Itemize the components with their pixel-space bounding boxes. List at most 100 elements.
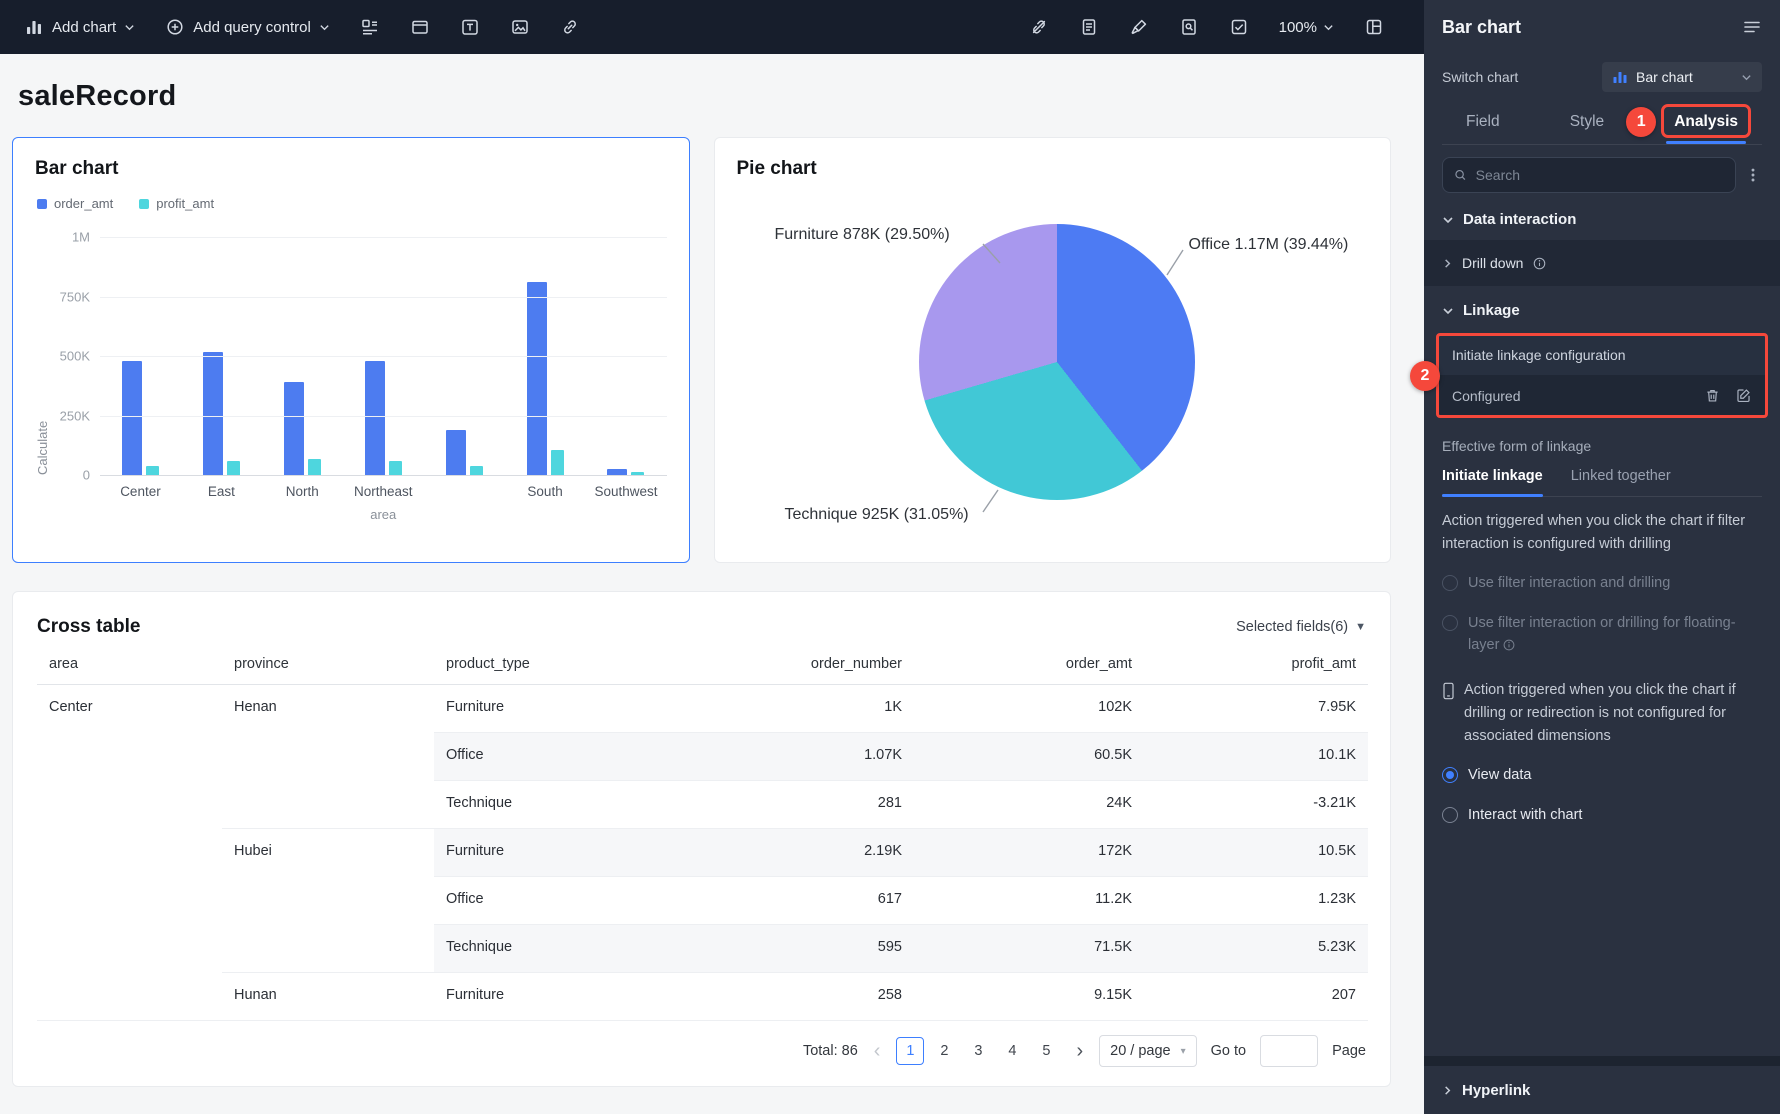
gridline: [100, 415, 667, 417]
brush-icon[interactable]: [1129, 17, 1149, 37]
query-setup-icon[interactable]: [360, 17, 380, 37]
y-tick: 0: [82, 467, 90, 483]
caret-down-icon: ▼: [1355, 621, 1366, 633]
section-label: Linkage: [1463, 302, 1520, 319]
bar-profit_amt[interactable]: [307, 459, 321, 475]
panel-search[interactable]: [1442, 157, 1736, 193]
configured-row: Configured: [1438, 375, 1766, 416]
more-vertical-icon[interactable]: [1744, 166, 1762, 184]
legend-profit_amt[interactable]: profit_amt: [139, 196, 214, 211]
radio-view-data[interactable]: View data: [1442, 765, 1762, 787]
dashboard-canvas: saleRecord Bar chart order_amt profit_amt…: [0, 54, 1424, 1114]
radio-label: Interact with chart: [1468, 806, 1583, 823]
unlink-icon[interactable]: [1029, 17, 1049, 37]
column-order_number: order_number: [674, 656, 914, 685]
gridline: [100, 296, 667, 298]
linkage-tabs: Initiate linkage Linked together: [1442, 456, 1762, 497]
trash-icon[interactable]: [1704, 387, 1721, 404]
province-cell: Henan: [222, 684, 434, 829]
goto-page-input[interactable]: [1260, 1035, 1319, 1067]
page-size-value: 20 / page: [1110, 1043, 1171, 1059]
page-5[interactable]: 5: [1032, 1037, 1060, 1065]
configured-label: Configured: [1452, 387, 1521, 404]
hyperlink-row[interactable]: Hyperlink: [1442, 1066, 1762, 1114]
order_number-cell: 2.19K: [674, 828, 914, 877]
bar-profit_amt[interactable]: [388, 461, 402, 475]
hyperlink-section: Hyperlink: [1424, 1056, 1780, 1114]
bar-profit_amt[interactable]: [226, 461, 240, 475]
section-data-interaction[interactable]: Data interaction: [1442, 197, 1762, 240]
notes-icon[interactable]: [1079, 17, 1099, 37]
tab-field[interactable]: Field: [1464, 100, 1502, 144]
radio-filter-and-drilling[interactable]: Use filter interaction and drilling: [1442, 573, 1762, 595]
page-2[interactable]: 2: [930, 1037, 958, 1065]
goto-label: Go to: [1210, 1043, 1247, 1059]
selected-fields-dropdown[interactable]: Selected fields(6) ▼: [1236, 619, 1366, 635]
filter-action-description: Action triggered when you click the char…: [1442, 513, 1746, 553]
legend-order_amt[interactable]: order_amt: [37, 196, 113, 211]
chart-type-select[interactable]: Bar chart: [1602, 62, 1762, 92]
column-area: area: [37, 656, 222, 685]
search-icon: [1455, 170, 1466, 180]
bar-profit_amt[interactable]: [469, 466, 483, 475]
profit_amt-cell: 5.23K: [1144, 924, 1368, 973]
add-query-control-label: Add query control: [193, 18, 311, 36]
pie-chart[interactable]: [918, 224, 1195, 500]
page-size-select[interactable]: 20 / page ▾: [1099, 1035, 1197, 1067]
bar-profit_amt[interactable]: [145, 466, 159, 475]
pie-chart-title: Pie chart: [736, 158, 817, 179]
todo-check-icon[interactable]: [1229, 17, 1249, 37]
radio-filter-or-drilling[interactable]: Use filter interaction or drilling for f…: [1442, 613, 1762, 657]
image-icon[interactable]: [510, 17, 530, 37]
zoom-control[interactable]: 100%: [1279, 19, 1334, 36]
tab-card-icon[interactable]: [410, 17, 430, 37]
section-label: Hyperlink: [1462, 1081, 1531, 1099]
tab-initiate-linkage[interactable]: Initiate linkage: [1442, 456, 1543, 497]
preview-icon[interactable]: [1179, 17, 1199, 37]
tab-linked-together[interactable]: Linked together: [1571, 456, 1671, 496]
order_amt-cell: 9.15K: [914, 972, 1144, 1021]
tab-style[interactable]: Style: [1568, 100, 1606, 144]
page-1[interactable]: 1: [896, 1037, 925, 1065]
page-4[interactable]: 4: [998, 1037, 1026, 1065]
section-linkage[interactable]: Linkage: [1442, 286, 1762, 331]
list-menu-icon[interactable]: [1742, 17, 1762, 37]
drill-down-row[interactable]: Drill down: [1424, 240, 1780, 286]
pie-chart-card[interactable]: Pie chart Furniture 878K (29.50%) Office…: [713, 137, 1391, 563]
bar-order_amt[interactable]: [202, 352, 223, 475]
next-page-button[interactable]: ›: [1074, 1041, 1085, 1061]
tab-analysis[interactable]: Analysis 1: [1626, 100, 1751, 144]
x-label: Northeast: [353, 484, 413, 499]
bar-chart-card[interactable]: Bar chart order_amt profit_amt Calculate …: [12, 137, 690, 563]
text-icon[interactable]: [460, 17, 480, 37]
radio-circle-icon: [1442, 767, 1458, 784]
edit-icon[interactable]: [1735, 387, 1752, 404]
bar-order_amt[interactable]: [364, 361, 385, 475]
page-3[interactable]: 3: [964, 1037, 992, 1065]
board-layout-icon[interactable]: [1364, 17, 1384, 37]
chevron-down-icon: [125, 24, 134, 30]
mobile-icon: [1443, 682, 1454, 699]
x-label: Center: [120, 484, 161, 499]
column-profit_amt: profit_amt: [1144, 656, 1368, 685]
product_type-cell: Technique: [434, 924, 674, 973]
cross-table-title: Cross table: [37, 616, 141, 637]
x-label: South: [527, 484, 563, 499]
prev-page-button[interactable]: ‹: [872, 1041, 883, 1061]
pagination-total: Total: 86: [802, 1043, 858, 1059]
annotation-badge-1: 1: [1626, 107, 1657, 137]
search-input[interactable]: [1475, 167, 1725, 183]
link-icon[interactable]: [560, 17, 580, 37]
product_type-cell: Office: [434, 732, 674, 781]
gridline: [100, 356, 667, 357]
bar-order_amt[interactable]: [283, 382, 304, 475]
bar-order_amt[interactable]: [445, 430, 466, 475]
bar-order_amt[interactable]: [121, 361, 142, 475]
add-chart-button[interactable]: Add chart: [24, 17, 135, 37]
add-query-control-button[interactable]: Add query control: [165, 17, 330, 37]
page-numbers: 12345: [896, 1037, 1060, 1065]
bar-profit_amt[interactable]: [550, 450, 564, 475]
bar-order_amt[interactable]: [526, 282, 547, 475]
radio-interact-with-chart[interactable]: Interact with chart: [1442, 805, 1762, 827]
table-row: Center Henan Furniture 1K 102K 7.95K: [37, 684, 1368, 1021]
